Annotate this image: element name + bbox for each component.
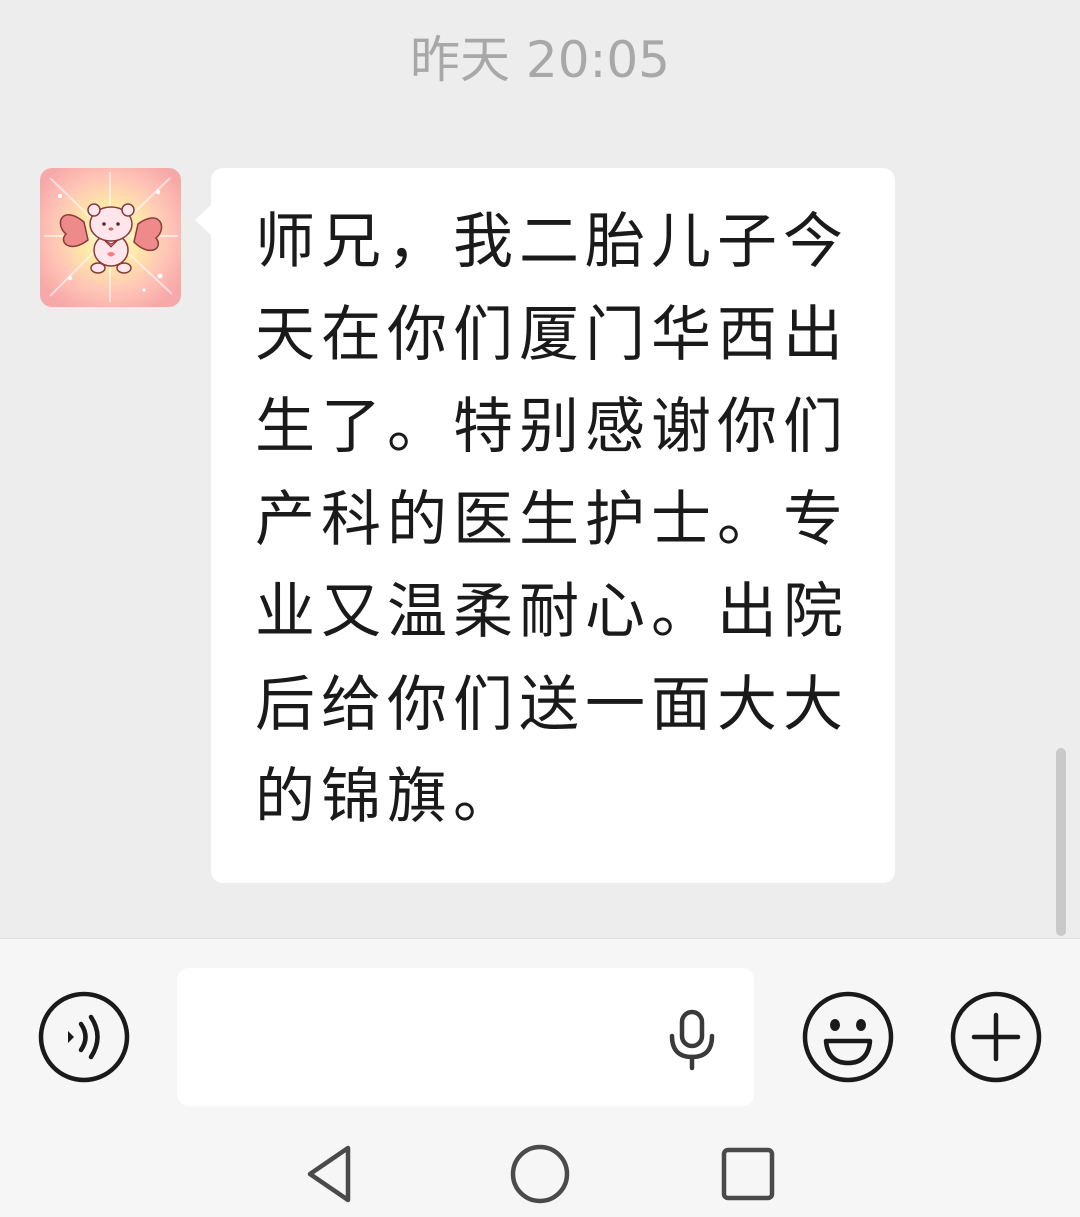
voice-icon <box>38 991 130 1083</box>
more-actions-button[interactable] <box>950 991 1042 1083</box>
message-bubble[interactable]: 师兄，我二胎儿子今天在你们厦门华西出生了。特别感谢你们产科的医生护士。专业又温柔… <box>195 168 895 883</box>
square-recent-apps-icon <box>721 1147 775 1201</box>
smiley-face-icon <box>802 991 894 1083</box>
circle-home-icon <box>510 1144 570 1204</box>
sender-avatar[interactable] <box>40 168 181 307</box>
chat-scrollbar[interactable] <box>1056 748 1066 936</box>
chat-input-bar <box>0 938 1080 1130</box>
chat-message-area[interactable]: 昨天 20:05 师兄，我二胎儿子今天在你们厦门华西出生了。特别感谢你们产科的医… <box>0 0 1080 938</box>
emoji-button[interactable] <box>802 991 894 1083</box>
message-timestamp: 昨天 20:05 <box>410 31 670 89</box>
nav-recent-apps-button[interactable] <box>716 1142 780 1206</box>
nav-back-button[interactable] <box>300 1142 364 1206</box>
message-text: 师兄，我二胎儿子今天在你们厦门华西出生了。特别感谢你们产科的医生护士。专业又温柔… <box>255 207 849 832</box>
microphone-button[interactable] <box>666 1009 718 1071</box>
nav-home-button[interactable] <box>508 1142 572 1206</box>
system-navigation-bar <box>0 1130 1080 1217</box>
voice-button[interactable] <box>38 991 130 1083</box>
pink-bear-avatar-icon <box>40 168 181 307</box>
microphone-icon <box>669 1009 715 1071</box>
triangle-back-icon <box>307 1145 351 1203</box>
plus-icon <box>950 991 1042 1083</box>
